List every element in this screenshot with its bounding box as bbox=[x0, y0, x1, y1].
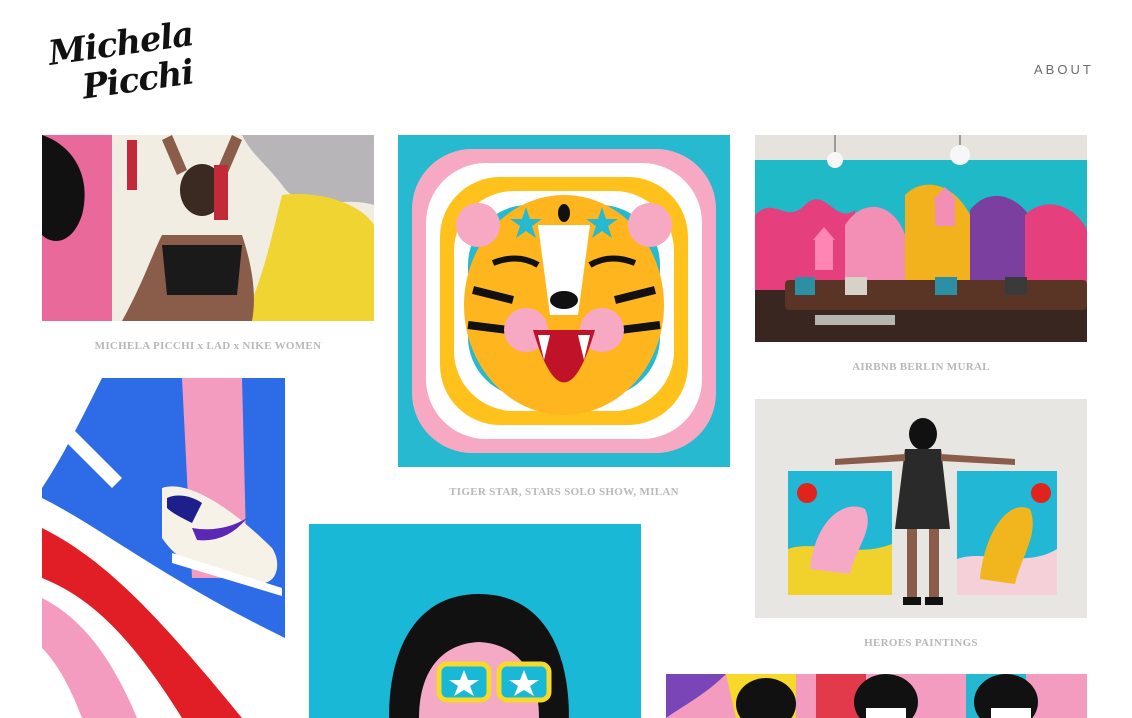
nav-about-link[interactable]: ABOUT bbox=[1034, 62, 1094, 77]
nike-women-image bbox=[42, 135, 374, 321]
tiger-star-image bbox=[398, 135, 730, 467]
project-image-nike-women[interactable] bbox=[42, 135, 374, 321]
project-image-heroes-paintings[interactable] bbox=[755, 399, 1087, 618]
group-illustration-image bbox=[666, 674, 1087, 718]
project-caption[interactable]: AIRBNB BERLIN MURAL bbox=[755, 361, 1087, 373]
project-image-running-shoe[interactable] bbox=[42, 378, 285, 718]
heroes-paintings-image bbox=[755, 399, 1087, 618]
project-caption[interactable]: HEROES PAINTINGS bbox=[755, 637, 1087, 649]
airbnb-mural-image bbox=[755, 135, 1087, 342]
project-image-airbnb-mural[interactable] bbox=[755, 135, 1087, 342]
star-glasses-image bbox=[309, 524, 641, 718]
site-logo[interactable]: Michela Picchi bbox=[42, 14, 196, 114]
project-image-group-illustration[interactable] bbox=[666, 674, 1087, 718]
running-shoe-image bbox=[42, 378, 285, 718]
project-image-tiger-star[interactable] bbox=[398, 135, 730, 467]
project-caption[interactable]: TIGER STAR, STARS SOLO SHOW, MILAN bbox=[398, 486, 730, 498]
project-caption[interactable]: MICHELA PICCHI x LAD x NIKE WOMEN bbox=[42, 340, 374, 352]
project-image-star-glasses[interactable] bbox=[309, 524, 641, 718]
